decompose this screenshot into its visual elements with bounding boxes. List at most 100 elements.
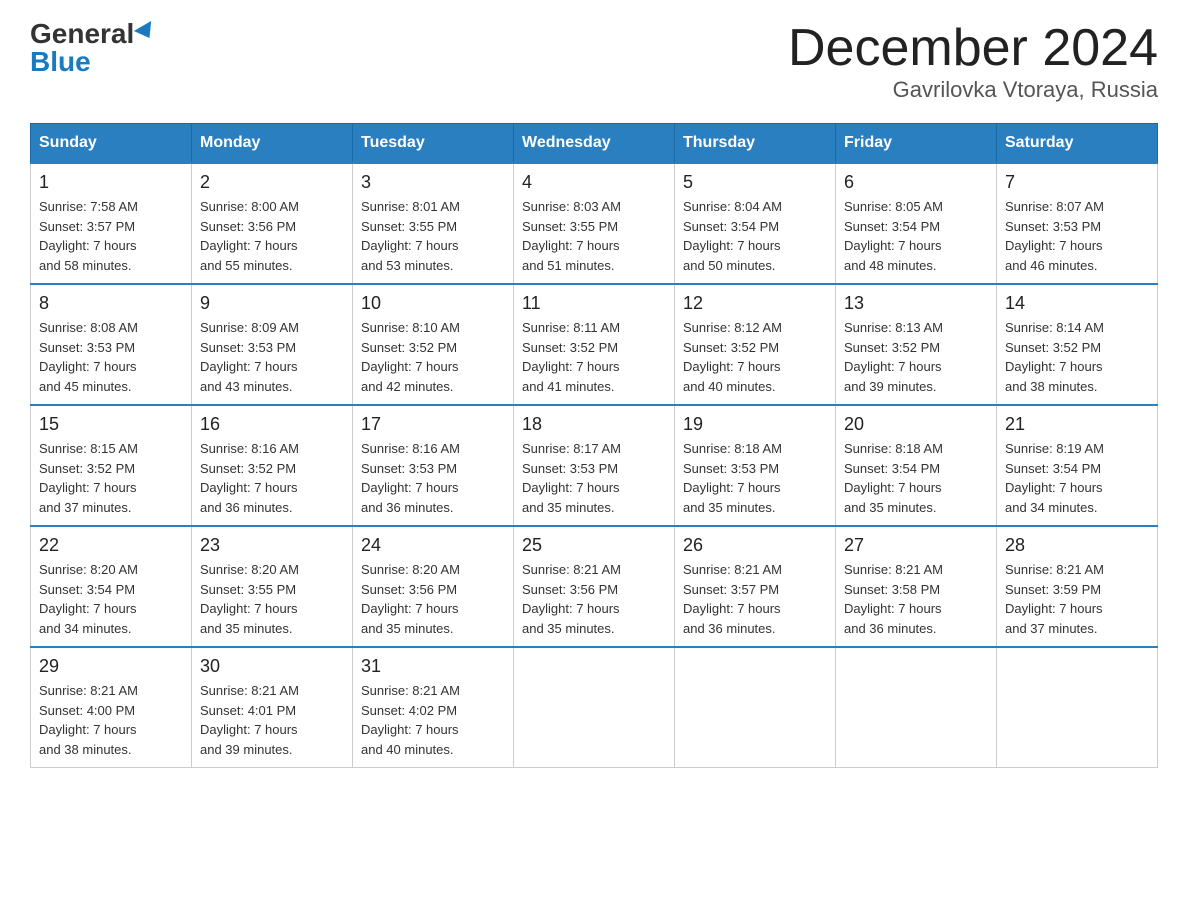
calendar-week-row: 22 Sunrise: 8:20 AM Sunset: 3:54 PM Dayli…: [31, 526, 1158, 647]
calendar-cell: 31 Sunrise: 8:21 AM Sunset: 4:02 PM Dayli…: [353, 647, 514, 768]
day-info: Sunrise: 8:21 AM Sunset: 3:57 PM Dayligh…: [683, 560, 827, 638]
calendar-cell: 16 Sunrise: 8:16 AM Sunset: 3:52 PM Dayli…: [192, 405, 353, 526]
calendar-cell: 12Sunrise: 8:12 AM Sunset: 3:52 PM Dayli…: [675, 284, 836, 405]
day-info: Sunrise: 8:04 AM Sunset: 3:54 PM Dayligh…: [683, 197, 827, 275]
day-number: 12: [683, 293, 827, 314]
day-info: Sunrise: 8:00 AM Sunset: 3:56 PM Dayligh…: [200, 197, 344, 275]
day-info: Sunrise: 8:07 AM Sunset: 3:53 PM Dayligh…: [1005, 197, 1149, 275]
calendar-cell: 25Sunrise: 8:21 AM Sunset: 3:56 PM Dayli…: [514, 526, 675, 647]
day-number: 24: [361, 535, 505, 556]
calendar-cell: 19Sunrise: 8:18 AM Sunset: 3:53 PM Dayli…: [675, 405, 836, 526]
day-info: Sunrise: 8:11 AM Sunset: 3:52 PM Dayligh…: [522, 318, 666, 396]
day-info: Sunrise: 7:58 AM Sunset: 3:57 PM Dayligh…: [39, 197, 183, 275]
calendar-cell: 5 Sunrise: 8:04 AM Sunset: 3:54 PM Daylig…: [675, 163, 836, 284]
calendar-day-header: Sunday: [31, 124, 192, 164]
day-number: 1: [39, 172, 183, 193]
day-number: 10: [361, 293, 505, 314]
day-number: 3: [361, 172, 505, 193]
calendar-cell: 4 Sunrise: 8:03 AM Sunset: 3:55 PM Daylig…: [514, 163, 675, 284]
day-info: Sunrise: 8:20 AM Sunset: 3:56 PM Dayligh…: [361, 560, 505, 638]
calendar-cell: 21Sunrise: 8:19 AM Sunset: 3:54 PM Dayli…: [997, 405, 1158, 526]
day-number: 22: [39, 535, 183, 556]
calendar-day-header: Friday: [836, 124, 997, 164]
day-info: Sunrise: 8:21 AM Sunset: 4:00 PM Dayligh…: [39, 681, 183, 759]
calendar-day-header: Wednesday: [514, 124, 675, 164]
calendar-cell: 30 Sunrise: 8:21 AM Sunset: 4:01 PM Dayli…: [192, 647, 353, 768]
day-number: 16: [200, 414, 344, 435]
day-info: Sunrise: 8:09 AM Sunset: 3:53 PM Dayligh…: [200, 318, 344, 396]
calendar-cell: 28 Sunrise: 8:21 AM Sunset: 3:59 PM Dayli…: [997, 526, 1158, 647]
calendar-cell: 8 Sunrise: 8:08 AM Sunset: 3:53 PM Daylig…: [31, 284, 192, 405]
day-info: Sunrise: 8:17 AM Sunset: 3:53 PM Dayligh…: [522, 439, 666, 517]
page-header: General Blue December 2024 Gavrilovka Vt…: [30, 20, 1158, 103]
day-info: Sunrise: 8:08 AM Sunset: 3:53 PM Dayligh…: [39, 318, 183, 396]
calendar-day-header: Saturday: [997, 124, 1158, 164]
calendar-cell: 26 Sunrise: 8:21 AM Sunset: 3:57 PM Dayli…: [675, 526, 836, 647]
calendar-table: SundayMondayTuesdayWednesdayThursdayFrid…: [30, 123, 1158, 768]
calendar-cell: 3 Sunrise: 8:01 AM Sunset: 3:55 PM Daylig…: [353, 163, 514, 284]
logo-general-text: General: [30, 20, 134, 48]
calendar-cell: 10 Sunrise: 8:10 AM Sunset: 3:52 PM Dayli…: [353, 284, 514, 405]
day-info: Sunrise: 8:03 AM Sunset: 3:55 PM Dayligh…: [522, 197, 666, 275]
day-info: Sunrise: 8:10 AM Sunset: 3:52 PM Dayligh…: [361, 318, 505, 396]
calendar-cell: 29 Sunrise: 8:21 AM Sunset: 4:00 PM Dayli…: [31, 647, 192, 768]
calendar-cell: 22 Sunrise: 8:20 AM Sunset: 3:54 PM Dayli…: [31, 526, 192, 647]
day-info: Sunrise: 8:16 AM Sunset: 3:52 PM Dayligh…: [200, 439, 344, 517]
day-info: Sunrise: 8:13 AM Sunset: 3:52 PM Dayligh…: [844, 318, 988, 396]
calendar-cell: [836, 647, 997, 768]
day-number: 28: [1005, 535, 1149, 556]
day-info: Sunrise: 8:21 AM Sunset: 4:01 PM Dayligh…: [200, 681, 344, 759]
day-number: 20: [844, 414, 988, 435]
day-number: 27: [844, 535, 988, 556]
calendar-week-row: 1 Sunrise: 7:58 AM Sunset: 3:57 PM Daylig…: [31, 163, 1158, 284]
calendar-cell: 2 Sunrise: 8:00 AM Sunset: 3:56 PM Daylig…: [192, 163, 353, 284]
day-info: Sunrise: 8:18 AM Sunset: 3:54 PM Dayligh…: [844, 439, 988, 517]
day-number: 5: [683, 172, 827, 193]
day-number: 9: [200, 293, 344, 314]
calendar-cell: 6Sunrise: 8:05 AM Sunset: 3:54 PM Daylig…: [836, 163, 997, 284]
calendar-header: SundayMondayTuesdayWednesdayThursdayFrid…: [31, 124, 1158, 164]
day-info: Sunrise: 8:05 AM Sunset: 3:54 PM Dayligh…: [844, 197, 988, 275]
calendar-cell: 7 Sunrise: 8:07 AM Sunset: 3:53 PM Daylig…: [997, 163, 1158, 284]
location-text: Gavrilovka Vtoraya, Russia: [788, 77, 1158, 103]
day-info: Sunrise: 8:01 AM Sunset: 3:55 PM Dayligh…: [361, 197, 505, 275]
month-title: December 2024: [788, 20, 1158, 77]
calendar-week-row: 29 Sunrise: 8:21 AM Sunset: 4:00 PM Dayli…: [31, 647, 1158, 768]
day-info: Sunrise: 8:20 AM Sunset: 3:54 PM Dayligh…: [39, 560, 183, 638]
day-info: Sunrise: 8:18 AM Sunset: 3:53 PM Dayligh…: [683, 439, 827, 517]
calendar-day-header: Monday: [192, 124, 353, 164]
calendar-cell: 17 Sunrise: 8:16 AM Sunset: 3:53 PM Dayli…: [353, 405, 514, 526]
calendar-cell: 15 Sunrise: 8:15 AM Sunset: 3:52 PM Dayli…: [31, 405, 192, 526]
day-info: Sunrise: 8:21 AM Sunset: 3:59 PM Dayligh…: [1005, 560, 1149, 638]
day-number: 31: [361, 656, 505, 677]
calendar-cell: 24 Sunrise: 8:20 AM Sunset: 3:56 PM Dayli…: [353, 526, 514, 647]
header-row: SundayMondayTuesdayWednesdayThursdayFrid…: [31, 124, 1158, 164]
day-number: 8: [39, 293, 183, 314]
calendar-cell: 14Sunrise: 8:14 AM Sunset: 3:52 PM Dayli…: [997, 284, 1158, 405]
day-number: 2: [200, 172, 344, 193]
calendar-cell: 27 Sunrise: 8:21 AM Sunset: 3:58 PM Dayli…: [836, 526, 997, 647]
calendar-day-header: Tuesday: [353, 124, 514, 164]
title-block: December 2024 Gavrilovka Vtoraya, Russia: [788, 20, 1158, 103]
calendar-day-header: Thursday: [675, 124, 836, 164]
day-number: 30: [200, 656, 344, 677]
day-number: 17: [361, 414, 505, 435]
day-info: Sunrise: 8:21 AM Sunset: 4:02 PM Dayligh…: [361, 681, 505, 759]
calendar-cell: [675, 647, 836, 768]
calendar-week-row: 8 Sunrise: 8:08 AM Sunset: 3:53 PM Daylig…: [31, 284, 1158, 405]
day-number: 26: [683, 535, 827, 556]
day-number: 15: [39, 414, 183, 435]
calendar-cell: 1 Sunrise: 7:58 AM Sunset: 3:57 PM Daylig…: [31, 163, 192, 284]
day-number: 29: [39, 656, 183, 677]
day-info: Sunrise: 8:21 AM Sunset: 3:58 PM Dayligh…: [844, 560, 988, 638]
day-info: Sunrise: 8:15 AM Sunset: 3:52 PM Dayligh…: [39, 439, 183, 517]
calendar-cell: [997, 647, 1158, 768]
calendar-cell: 13Sunrise: 8:13 AM Sunset: 3:52 PM Dayli…: [836, 284, 997, 405]
calendar-cell: [514, 647, 675, 768]
calendar-week-row: 15 Sunrise: 8:15 AM Sunset: 3:52 PM Dayli…: [31, 405, 1158, 526]
day-number: 7: [1005, 172, 1149, 193]
day-number: 25: [522, 535, 666, 556]
day-info: Sunrise: 8:16 AM Sunset: 3:53 PM Dayligh…: [361, 439, 505, 517]
day-number: 4: [522, 172, 666, 193]
calendar-cell: 20 Sunrise: 8:18 AM Sunset: 3:54 PM Dayli…: [836, 405, 997, 526]
